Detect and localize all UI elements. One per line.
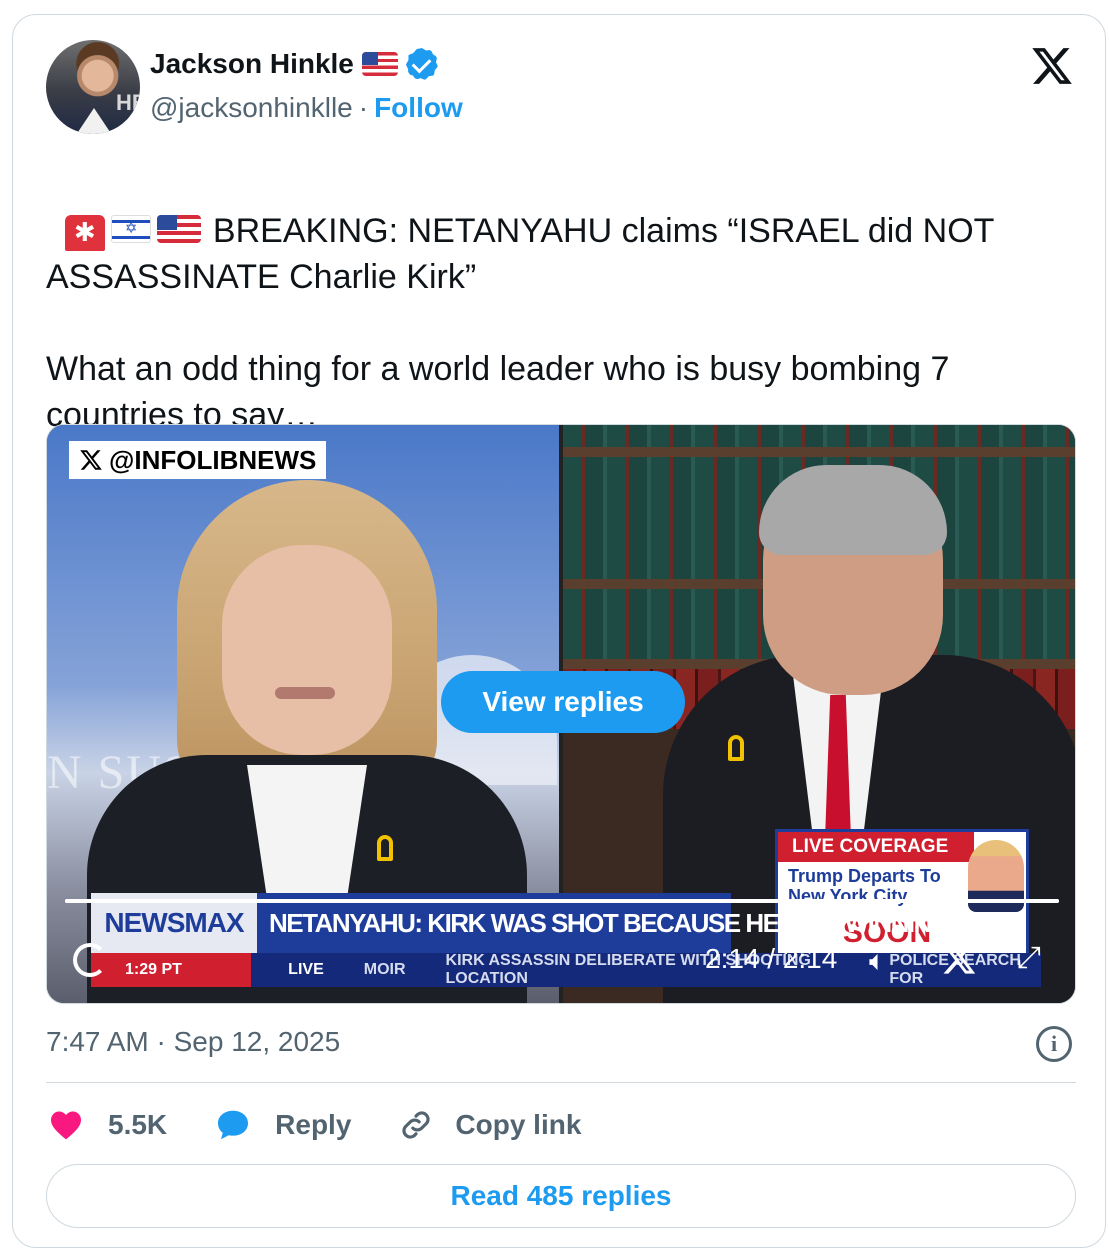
avatar-shirt [74, 108, 114, 134]
video-watermark: @INFOLIBNEWS [69, 441, 327, 479]
us-flag-icon [156, 215, 201, 244]
tweet-text-line2: What an odd thing for a world leader who… [46, 350, 959, 434]
replay-icon[interactable] [73, 943, 107, 977]
action-bar: 5.5K Reply Copy link [46, 1102, 627, 1148]
police-light-icon [64, 215, 105, 252]
separator-dot: · [358, 92, 369, 123]
view-replies-button[interactable]: View replies [441, 671, 685, 733]
x-logo-icon[interactable] [1028, 44, 1076, 88]
author-name[interactable]: Jackson Hinkle [150, 48, 354, 80]
copy-link-button[interactable]: Copy link [397, 1106, 581, 1144]
x-logo-icon[interactable] [939, 941, 979, 977]
info-icon[interactable]: i [1036, 1026, 1072, 1062]
israel-flag-icon [110, 215, 151, 244]
verified-badge-icon[interactable] [405, 48, 438, 80]
reply-button[interactable]: Reply [213, 1107, 351, 1143]
host-mouth [275, 687, 335, 699]
tweet-timestamp[interactable]: 7:47 AM · Sep 12, 2025 [46, 1026, 340, 1058]
link-icon [402, 1111, 431, 1139]
divider [46, 1082, 1076, 1083]
avatar-text: HB [116, 90, 140, 115]
video-progress-fill [65, 899, 1059, 903]
us-flag-icon [361, 52, 398, 76]
fullscreen-icon[interactable]: ⤢ [1017, 941, 1041, 975]
watermark-handle: @INFOLIBNEWS [109, 444, 317, 475]
live-coverage-header: LIVE COVERAGE [778, 832, 974, 862]
video-time: 2:14 / 2:14 [705, 943, 838, 974]
shelf [563, 447, 1075, 457]
host-face [222, 545, 392, 755]
yellow-ribbon-icon [377, 835, 393, 861]
author-name-row: Jackson Hinkle [150, 48, 438, 80]
reply-label: Reply [275, 1109, 352, 1140]
read-replies-button[interactable]: Read 485 replies [46, 1164, 1076, 1228]
video-controls: 2:14 / 2:14 🔈︎ ⤢ [47, 931, 1075, 991]
tweet-text: BREAKING: NETANYAHU claims “ISRAEL did N… [46, 162, 1076, 438]
like-count: 5.5K [108, 1109, 168, 1140]
reply-bubble-icon [218, 1110, 249, 1140]
author-avatar[interactable]: HB [46, 40, 140, 134]
x-logo-icon [80, 450, 102, 470]
volume-icon[interactable]: 🔈︎ [869, 945, 886, 978]
author-handle-row: @jacksonhinklle · Follow [150, 92, 463, 124]
speaker-hair [759, 465, 947, 555]
video-player[interactable]: N SUST @INFOLIBNEWS View replies LIVE CO… [46, 424, 1076, 1004]
heart-icon [51, 1111, 81, 1140]
like-button[interactable]: 5.5K [46, 1107, 167, 1143]
copy-link-label: Copy link [455, 1109, 582, 1140]
video-progress-bar[interactable] [65, 899, 1059, 903]
yellow-ribbon-icon [728, 735, 744, 761]
author-handle[interactable]: @jacksonhinklle [150, 92, 353, 124]
follow-button[interactable]: Follow [374, 92, 463, 124]
emoji-row [64, 215, 201, 252]
bookshelf-row [563, 425, 1075, 447]
